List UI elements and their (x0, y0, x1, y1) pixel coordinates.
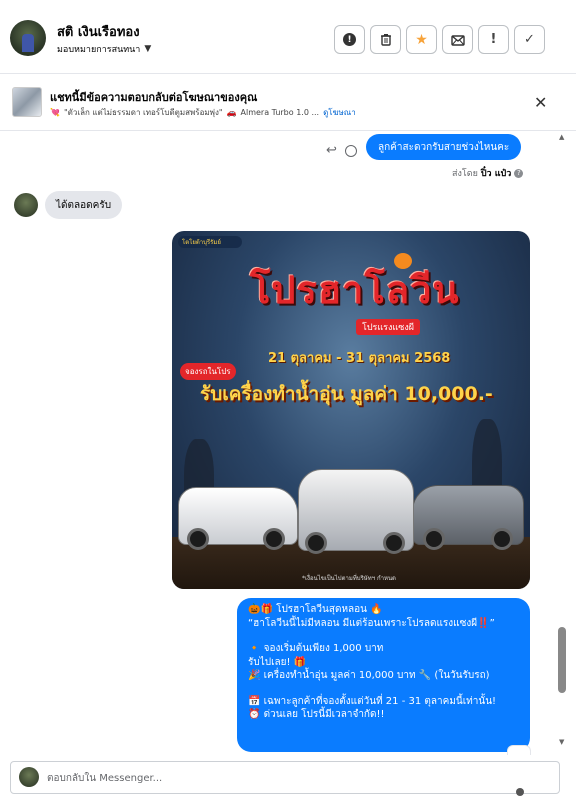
header-actions: ! ★ ! ✓ (334, 25, 545, 54)
outgoing-message: ลูกค้าสะดวกรับสายช่วงไหนคะ (366, 134, 522, 160)
view-ad-link[interactable]: ดูโฆษณา (323, 106, 356, 119)
promo-line: ⏰ ด่วนเลย โปรนี้มีเวลาจำกัด!! (248, 709, 385, 720)
sent-by-label: ส่งโดย ปิ๋ว แป๋ว ? (452, 166, 524, 180)
scroll-indicator-dot (516, 788, 524, 796)
car-icon: 🚗 (226, 108, 237, 117)
wheel (263, 528, 285, 550)
info-icon[interactable]: ? (514, 168, 524, 178)
envelope-icon (450, 34, 465, 46)
ad-product: Almera Turbo 1.0 ... (240, 108, 320, 117)
promo-line: “ฮาโลวีนนี้ไม่มีหลอน มีแต่ร้อนเพราะโปรลด… (248, 617, 495, 629)
ad-banner-title: แชทนี้มีข้อความตอบกลับต่อโฆษณาของคุณ (50, 91, 258, 104)
exclamation-circle-icon: ! (343, 33, 356, 46)
contact-avatar-small (14, 193, 38, 217)
promo-message: 🎃🎁 โปรฮาโลวีนสุดหลอน 🔥 “ฮาโลวีนนี้ไม่มีห… (237, 598, 530, 752)
ad-thumbnail[interactable] (12, 87, 42, 117)
wheel (187, 528, 209, 550)
poster-headline: โปรฮาโลวีน (250, 268, 460, 312)
close-icon: ✕ (534, 93, 548, 112)
assign-label: มอบหมายการสนทนา (57, 45, 141, 55)
ad-banner-subtitle: 💘 "ตัวเล็ก แต่ไม่ธรรมดา เทอร์โบดีตูมสพร้… (50, 106, 356, 119)
reaction-pill[interactable] (507, 745, 531, 755)
check-icon: ✓ (524, 32, 535, 47)
scroll-down-arrow-icon[interactable]: ▼ (559, 738, 564, 746)
sent-by-prefix: ส่งโดย (452, 169, 478, 179)
reply-composer[interactable]: ตอบกลับใน Messenger... (10, 761, 560, 794)
promo-line: รับไปเลย! 🎁 (248, 656, 307, 668)
wheel (305, 532, 327, 554)
scroll-up-arrow-icon[interactable]: ▲ (559, 133, 564, 141)
heart-icon: 💘 (50, 108, 60, 117)
ad-reply-banner: แชทนี้มีข้อความตอบกลับต่อโฆษณาของคุณ 💘 "… (0, 74, 576, 131)
star-button[interactable]: ★ (406, 25, 437, 54)
pickup-truck-white (178, 487, 298, 550)
pickup-truck-front (298, 469, 414, 554)
exclamation-icon: ! (490, 32, 497, 47)
poster-offer: รับเครื่องทำน้ำอุ่น มูลค่า 10,000.- (200, 383, 493, 405)
conversation-header: สติ เงินเรือทอง มอบหมายการสนทนา ▼ ! ★ ! … (0, 0, 576, 74)
close-banner-button[interactable]: ✕ (534, 93, 547, 112)
contact-avatar[interactable] (10, 20, 46, 56)
contact-name[interactable]: สติ เงินเรือทอง (57, 21, 140, 42)
dealer-logo: โตโยต้าบุรีรัมย์ (178, 236, 242, 248)
mark-unread-button[interactable] (442, 25, 473, 54)
star-icon: ★ (415, 31, 428, 48)
wheel (491, 528, 513, 550)
sent-by-name: ปิ๋ว แป๋ว (480, 169, 512, 179)
poster-footnote: *เงื่อนไขเป็นไปตามที่บริษัทฯ กำหนด (302, 575, 396, 582)
poster-dates: 21 ตุลาคม - 31 ตุลาคม 2568 (268, 351, 451, 366)
follow-up-button[interactable]: ! (478, 25, 509, 54)
reply-icon[interactable]: ↩ (326, 143, 337, 158)
page-avatar (19, 767, 39, 787)
promo-line: 🔸 จองเริ่มต้นเพียง 1,000 บาท (248, 643, 384, 654)
reply-input[interactable]: ตอบกลับใน Messenger... (47, 771, 162, 786)
scrollbar-thumb[interactable] (558, 627, 566, 693)
trash-icon (380, 34, 391, 46)
wheel (423, 528, 445, 550)
pumpkin-icon (394, 253, 412, 269)
promo-line: 🎉 เครื่องทำน้ำอุ่น มูลค่า 10,000 บาท 🔧 (… (248, 670, 490, 681)
caret-down-icon: ▼ (144, 44, 152, 54)
wheel (383, 532, 405, 554)
promo-image[interactable]: โตโยต้าบุรีรัมย์ โปรฮาโลวีน โปรแรงแซงผี … (172, 231, 530, 589)
assign-conversation-dropdown[interactable]: มอบหมายการสนทนา ▼ (57, 42, 151, 56)
promo-line: 🎃🎁 โปรฮาโลวีนสุดหลอน 🔥 (248, 604, 383, 615)
pickup-truck-grey (412, 485, 524, 550)
mark-spam-button[interactable]: ! (334, 25, 365, 54)
poster-tag: โปรแรงแซงผี (356, 319, 420, 335)
promo-line: 📅 เฉพาะลูกค้าที่จองตั้งแต่วันที่ 21 - 31… (248, 695, 497, 707)
delete-button[interactable] (370, 25, 401, 54)
ad-caption: "ตัวเล็ก แต่ไม่ธรรมดา เทอร์โบดีตูมสพร้อม… (63, 108, 223, 117)
emoji-react-icon[interactable] (345, 145, 357, 157)
incoming-message: ได้ตลอดครับ (45, 191, 123, 219)
poster-badge: จองรถในโปร (180, 363, 236, 380)
mark-done-button[interactable]: ✓ (514, 25, 545, 54)
